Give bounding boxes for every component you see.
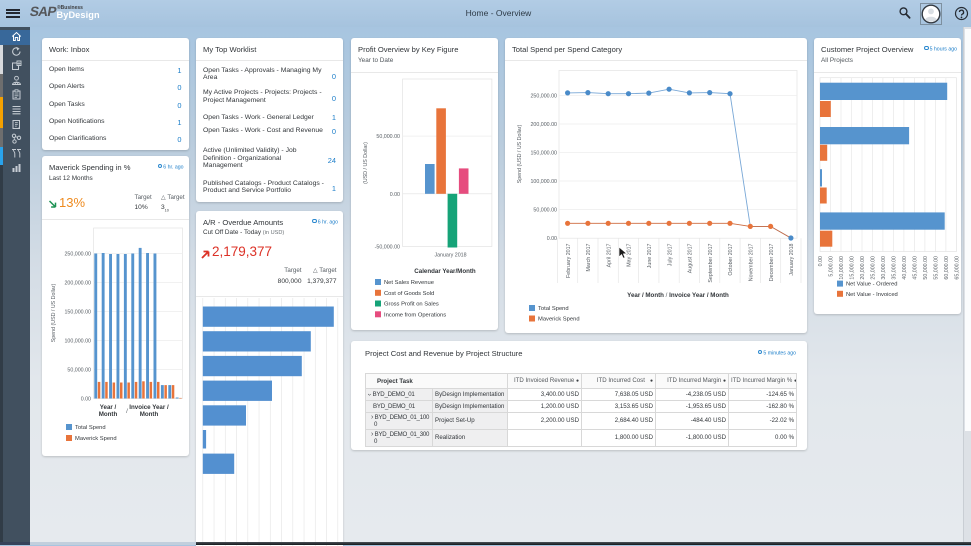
svg-text:/: / — [126, 408, 128, 415]
svg-text:100,000.00: 100,000.00 — [530, 179, 557, 185]
svg-text:Net Value - Invoiced: Net Value - Invoiced — [846, 292, 898, 298]
svg-text:November 2017: November 2017 — [749, 243, 755, 281]
svg-text:35,000.00: 35,000.00 — [892, 256, 898, 280]
svg-text:200,000.00: 200,000.00 — [64, 281, 91, 287]
svg-text:30,000.00: 30,000.00 — [881, 256, 887, 280]
svg-text:150,000.00: 150,000.00 — [64, 310, 91, 316]
svg-text:Cost of Goods Sold: Cost of Goods Sold — [384, 291, 434, 297]
svg-text:July 2017: July 2017 — [667, 243, 673, 266]
svg-text:150,000.00: 150,000.00 — [530, 151, 557, 157]
svg-text:Invoice Year /: Invoice Year / — [129, 404, 169, 411]
svg-text:25,000.00: 25,000.00 — [871, 256, 877, 280]
svg-text:200,000.00: 200,000.00 — [530, 122, 557, 128]
svg-text:50,000.00: 50,000.00 — [376, 134, 400, 140]
svg-text:20,000.00: 20,000.00 — [860, 256, 866, 280]
svg-text:5,000.00: 5,000.00 — [829, 256, 835, 277]
svg-text:Income from Operations: Income from Operations — [384, 312, 446, 318]
svg-text:December 2017: December 2017 — [769, 243, 775, 281]
svg-text:-50,000.00: -50,000.00 — [375, 245, 400, 251]
svg-text:50,000.00: 50,000.00 — [533, 208, 557, 214]
svg-text:55,000.00: 55,000.00 — [934, 256, 940, 280]
svg-text:40,000.00: 40,000.00 — [902, 256, 908, 280]
svg-text:September 2017: September 2017 — [708, 243, 714, 282]
svg-text:Calendar Year/Month: Calendar Year/Month — [414, 268, 476, 275]
svg-text:Gross Profit on Sales: Gross Profit on Sales — [384, 302, 439, 308]
svg-text:Total Spend: Total Spend — [75, 425, 106, 431]
svg-text:April 2017: April 2017 — [606, 243, 612, 267]
svg-text:10,000.00: 10,000.00 — [839, 256, 845, 280]
svg-text:Net Sales Revenue: Net Sales Revenue — [384, 280, 434, 286]
svg-text:(USD / US Dollar): (USD / US Dollar) — [363, 142, 369, 184]
svg-text:250,000.00: 250,000.00 — [530, 93, 557, 99]
svg-text:March 2017: March 2017 — [586, 243, 592, 271]
svg-text:Month: Month — [140, 411, 159, 418]
svg-text:Net Value - Ordered: Net Value - Ordered — [846, 282, 897, 288]
svg-text:60,000.00: 60,000.00 — [944, 256, 950, 280]
svg-text:February 2017: February 2017 — [566, 243, 572, 278]
svg-text:Spend (USD / US Dollar): Spend (USD / US Dollar) — [517, 124, 523, 183]
svg-text:Year /: Year / — [100, 404, 117, 411]
svg-text:January 2018: January 2018 — [789, 243, 795, 275]
svg-text:250,000.00: 250,000.00 — [64, 252, 91, 258]
svg-text:October 2017: October 2017 — [728, 243, 734, 275]
svg-text:January 2018: January 2018 — [434, 253, 466, 259]
svg-text:0.00: 0.00 — [390, 192, 400, 198]
svg-text:August 2017: August 2017 — [688, 243, 694, 273]
svg-text:Spend (USD / US Dollar): Spend (USD / US Dollar) — [51, 283, 57, 342]
svg-text:45,000.00: 45,000.00 — [913, 256, 919, 280]
svg-text:0.00: 0.00 — [818, 256, 824, 266]
svg-text:50,000.00: 50,000.00 — [67, 368, 91, 374]
svg-text:0.00: 0.00 — [547, 236, 557, 242]
svg-text:50,000.00: 50,000.00 — [923, 256, 929, 280]
svg-text:Total Spend: Total Spend — [538, 306, 569, 312]
svg-text:15,000.00: 15,000.00 — [850, 256, 856, 280]
svg-text:0.00: 0.00 — [81, 397, 91, 403]
svg-text:Year / Month / Invoice Year /: Year / Month / Invoice Year / Month — [627, 292, 729, 299]
svg-text:Maverick Spend: Maverick Spend — [75, 436, 117, 442]
svg-text:100,000.00: 100,000.00 — [64, 339, 91, 345]
svg-text:65,000.00: 65,000.00 — [955, 256, 961, 280]
svg-text:Maverick Spend: Maverick Spend — [538, 317, 580, 323]
svg-text:Month: Month — [99, 411, 118, 418]
svg-text:June 2017: June 2017 — [647, 243, 653, 268]
